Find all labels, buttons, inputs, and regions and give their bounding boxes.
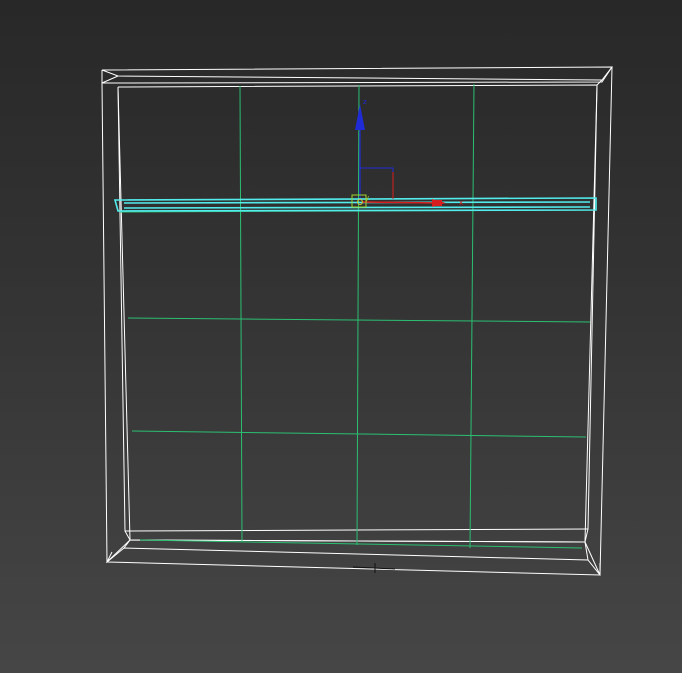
grid-line-h3 [131,430,587,438]
grid-line-v2 [356,84,360,546]
gizmo-z-arrowhead[interactable] [355,104,365,130]
gizmo-y-label: y [365,194,369,202]
shelf-top-edge [123,201,591,204]
grid-line-h2 [127,317,591,323]
shelf-outline [113,197,597,212]
cabinet-bottom-face [105,547,602,576]
home-grid [119,83,596,549]
grid-line-v3 [469,83,475,549]
selected-shelf[interactable] [113,197,597,212]
cabinet-top-front-edge [101,75,119,84]
gizmo-z-label: z [363,98,367,106]
perspective-viewport[interactable]: z x y [0,0,682,673]
cabinet-left-panel [101,82,131,564]
scene-canvas[interactable]: z x y [0,0,682,673]
grid-line-v1 [239,85,243,543]
gizmo-x-axis[interactable] [361,201,441,204]
gizmo-x-label: x [459,199,463,207]
gizmo-x-handle-block[interactable] [434,200,442,206]
move-gizmo-icon[interactable]: z x y [351,98,463,208]
cabinet-bottom-inner-line [124,528,589,532]
world-origin-icon [352,563,396,573]
cabinet-top-face [101,66,614,81]
